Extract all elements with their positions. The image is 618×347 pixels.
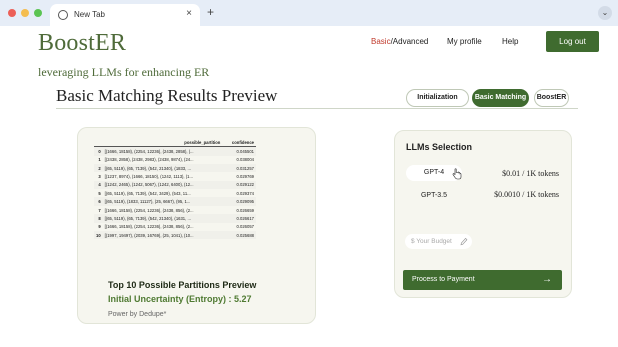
row-confidence: 0.026659 [236, 207, 254, 213]
pencil-icon [460, 237, 468, 246]
nav-advanced-label: /Advanced [390, 37, 429, 46]
row-partition: [(65, 5119), (1833, 11127), (25, 6667), … [102, 197, 223, 206]
llm-selection-title: LLMs Selection [406, 142, 473, 152]
globe-icon [58, 10, 68, 20]
browser-tab[interactable]: New Tab × [50, 4, 200, 26]
table-row: 10 [(1997, 19497), (2039, 16769), (25, 10… [94, 230, 256, 240]
step-initialization[interactable]: Initialization [406, 89, 469, 107]
budget-placeholder: $ Your Budget [411, 238, 452, 245]
llm-selection-card: LLMs Selection GPT-4 $0.01 / 1K tokens G… [394, 130, 572, 298]
table-row: 2 [(65, 5119), (65, 7139), (542, 21340), … [94, 163, 256, 173]
row-index: 5 [98, 190, 101, 196]
partitions-preview-card: possible_partition confidence 0 [(1666, 1… [77, 127, 316, 324]
row-partition: [(1242, 2465), (1242, 5067), (1242, 6400… [102, 180, 223, 190]
row-partition: [(65, 5119), (65, 7139), (542, 21340), (… [102, 214, 223, 223]
table-row: 8 [(65, 5119), (65, 7139), (542, 21340), … [94, 214, 256, 223]
close-window-button[interactable] [8, 9, 16, 17]
nav-my-profile[interactable]: My profile [447, 37, 482, 46]
row-confidence: 0.031257 [222, 163, 256, 173]
maximize-window-button[interactable] [34, 9, 42, 17]
browser-chrome: New Tab × + ⌄ [0, 0, 618, 26]
row-index: 1 [98, 157, 101, 163]
arrow-right-icon: → [542, 274, 552, 285]
table-row: 3 [(1237, 8974), (1666, 18150), (1242, 11… [94, 172, 256, 180]
table-header-row: possible_partition confidence [94, 138, 256, 148]
row-confidence: 0.029769 [236, 174, 254, 179]
tab-title: New Tab [74, 10, 105, 19]
row-confidence: 0.045501 [222, 146, 256, 156]
logout-button[interactable]: Log out [546, 31, 599, 52]
table-row: 4 [(1242, 2465), (1242, 5067), (1242, 640… [94, 180, 256, 190]
table-row: 9 [(1666, 18158), (2254, 12236), (2438, 8… [94, 223, 256, 231]
row-index: 3 [98, 174, 101, 179]
row-index: 6 [94, 197, 103, 206]
row-partition: [(65, 5119), (65, 7139), (542, 3429), (5… [104, 190, 191, 196]
table-header-confidence: confidence [222, 138, 256, 148]
row-index: 8 [94, 214, 103, 223]
row-index: 0 [94, 146, 103, 156]
uncertainty-value: 5.27 [234, 294, 252, 304]
table-row: 6 [(65, 5119), (1833, 11127), (25, 6667),… [94, 197, 256, 206]
tagline: leveraging LLMs for enhancing ER [38, 65, 210, 79]
row-index: 7 [98, 207, 101, 213]
table-row: 0 [(1666, 18158), (2254, 12236), (2438, 2… [94, 146, 256, 156]
row-partition: [(1237, 8974), (1666, 18150), (1242, 111… [104, 174, 193, 179]
row-confidence: 0.029374 [236, 190, 254, 196]
title-divider [56, 108, 578, 109]
price-gpt-3-5: $0.0010 / 1K tokens [494, 190, 559, 199]
table-row: 5 [(65, 5119), (65, 7139), (542, 3429), (… [94, 189, 256, 197]
nav-help[interactable]: Help [502, 37, 518, 46]
row-partition: [(1666, 18158), (2254, 12236), (2438, 28… [102, 146, 223, 156]
row-partition: [(1997, 19497), (2039, 16769), (25, 1041… [102, 230, 223, 240]
tab-menu-button[interactable]: ⌄ [598, 6, 612, 20]
price-gpt-4: $0.01 / 1K tokens [502, 169, 559, 178]
row-confidence: 0.029122 [222, 180, 256, 190]
row-confidence: 0.026057 [236, 224, 254, 230]
row-partition: [(65, 5119), (65, 7139), (542, 21340), (… [102, 163, 223, 173]
row-index: 9 [98, 224, 101, 230]
partitions-table: possible_partition confidence 0 [(1666, 1… [94, 138, 256, 240]
process-to-payment-button[interactable]: Process to Payment → [403, 270, 562, 290]
uncertainty-label: Initial Uncertainty (Entropy) : [108, 294, 235, 304]
initial-uncertainty: Initial Uncertainty (Entropy) : 5.27 [108, 294, 252, 304]
row-confidence: 0.025688 [222, 230, 256, 240]
row-confidence: 0.038004 [236, 157, 254, 163]
row-partition: [(2438, 2858), (2438, 2983), (2438, 9874… [104, 157, 194, 163]
step-booster[interactable]: BoostER [534, 89, 569, 107]
new-tab-button[interactable]: + [207, 5, 214, 19]
powered-by: Power by Dedupe* [108, 311, 167, 318]
preview-heading: Top 10 Possible Partitions Preview [108, 280, 257, 290]
table-row: 1 [(2438, 2858), (2438, 2983), (2438, 987… [94, 156, 256, 164]
brand-logo[interactable]: BoostER [38, 30, 126, 57]
hand-cursor-icon [452, 168, 462, 180]
row-index: 10 [94, 230, 103, 240]
row-index: 2 [94, 163, 103, 173]
tab-close-button[interactable]: × [186, 8, 192, 19]
payment-button-label: Process to Payment [412, 276, 475, 283]
row-confidence: 0.026617 [222, 214, 256, 223]
model-option-gpt-3-5[interactable]: GPT-3.5 [406, 188, 462, 204]
budget-input[interactable]: $ Your Budget [405, 234, 472, 249]
table-index-header [94, 138, 103, 148]
page-title: Basic Matching Results Preview [56, 86, 278, 105]
table-row: 7 [(1666, 18158), (2254, 12236), (2438, 8… [94, 206, 256, 214]
row-partition: [(1666, 18158), (2254, 12236), (2438, 85… [104, 224, 194, 230]
row-partition: [(1666, 18158), (2254, 12236), (2438, 85… [104, 207, 194, 213]
minimize-window-button[interactable] [21, 9, 29, 17]
row-index: 4 [94, 180, 103, 190]
row-confidence: 0.029095 [222, 197, 256, 206]
nav-basic-advanced[interactable]: Basic/Advanced [371, 37, 428, 46]
nav-basic-label: Basic [371, 37, 391, 46]
table-header-partition: possible_partition [102, 138, 223, 148]
step-basic-matching[interactable]: Basic Matching [472, 89, 529, 107]
